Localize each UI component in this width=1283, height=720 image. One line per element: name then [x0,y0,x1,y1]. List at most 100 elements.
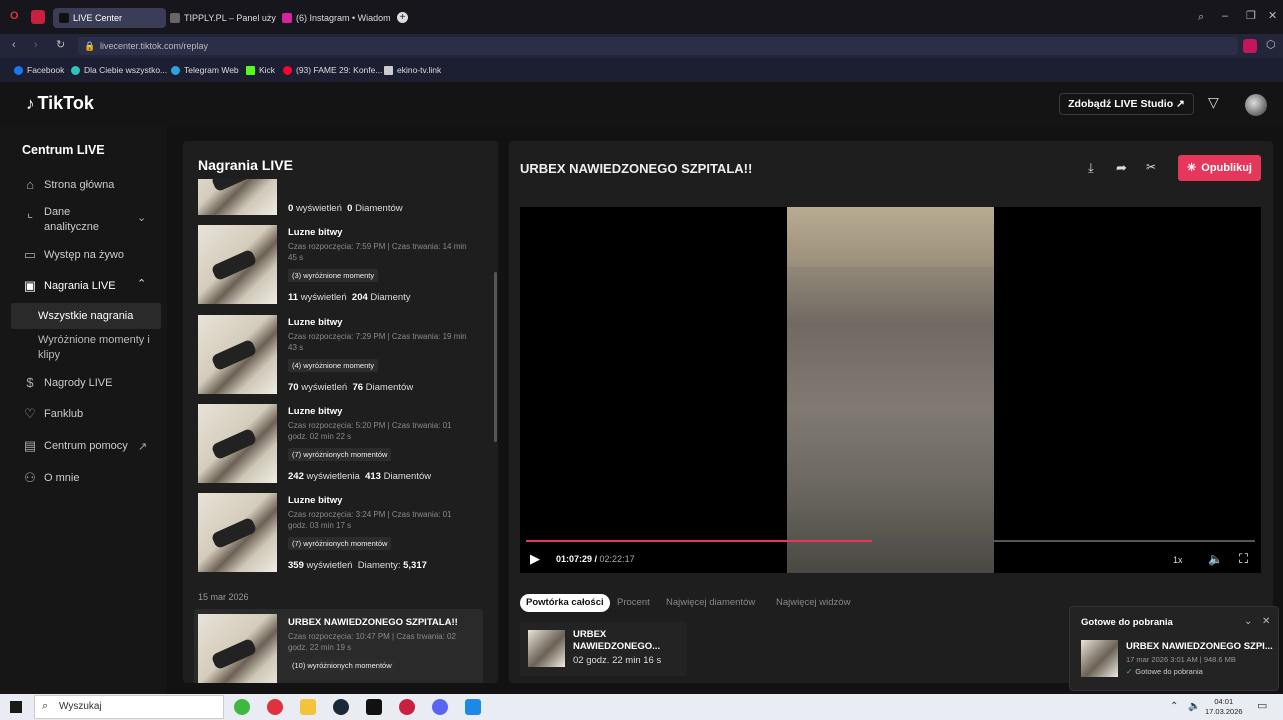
filter-full-replay[interactable]: Powtórka całości [520,594,610,612]
fullscreen-icon[interactable]: ⛶ [1239,552,1248,565]
page-icon [384,65,393,75]
taskbar-search-input[interactable]: ⌕ Wyszukaj [34,695,224,719]
get-live-studio-button[interactable]: Zdobądź LIVE Studio ↗ [1059,93,1194,115]
close-icon[interactable]: ✕ [1262,616,1270,627]
pinned-tab-icon[interactable] [31,10,45,24]
highlights-badge: (4) wyróżnione momenty [288,359,379,372]
bookmark-kick[interactable]: Kick [246,65,275,75]
back-icon[interactable]: ‹ [12,40,16,51]
tipply-icon [170,13,180,23]
avatar[interactable] [1245,94,1267,116]
recordings-title: Nagrania LIVE [198,157,293,173]
chevron-up-icon[interactable]: ⌃ [1170,701,1178,712]
sidebar-item-help[interactable]: ▤ Centrum pomocy ↗ [22,438,152,454]
wallet-icon[interactable]: ⬡ [1266,40,1276,51]
home-icon: ⌂ [26,177,34,192]
xbox-icon[interactable] [234,699,250,715]
heart-icon: ♡ [24,406,36,421]
forward-icon[interactable]: › [34,40,38,51]
progress-bar[interactable] [526,540,1255,542]
sidebar-title: Centrum LIVE [22,143,105,157]
instagram-icon [282,13,292,23]
filter-percent[interactable]: Procent [611,594,656,612]
filter-most-diamonds[interactable]: Najwięcej diamentów [660,594,761,612]
filter-most-viewers[interactable]: Najwięcej widzów [770,594,856,612]
play-icon[interactable]: ▶ [530,552,540,565]
opera-icon[interactable]: O [10,11,19,22]
download-file-name[interactable]: URBEX NAWIEDZONEGO SZPI... [1126,641,1273,652]
list-item[interactable]: Luzne bitwy Czas rozpoczęcia: 3:24 PM | … [198,493,488,575]
bookmark-ekino[interactable]: ekino-tv.link [384,65,441,75]
recording-meta: Czas rozpoczęcia: 7:59 PM | Czas trwania… [288,242,467,262]
download-status: ✓ Gotowe do pobrania [1126,667,1203,676]
tab-live-center[interactable]: LIVE Center [53,8,166,28]
list-item[interactable]: Luzne bitwy Czas rozpoczęcia: 5:20 PM | … [198,404,488,486]
close-window-icon[interactable]: ✕ [1268,11,1277,22]
tab-instagram[interactable]: (6) Instagram • Wiadomo [282,8,390,28]
search-icon[interactable]: ⌕ [1198,12,1204,23]
tiktok-note-icon: ♪ [26,93,35,113]
bookmark-facebook[interactable]: Facebook [14,65,64,75]
sidebar-item-about[interactable]: ⚇ O mnie [22,470,79,486]
list-item-selected[interactable]: URBEX NAWIEDZONEGO SZPITALA!! Czas rozpo… [194,609,483,683]
sidebar-item-highlights[interactable]: Wyróżnione momenty i klipy [11,333,151,363]
folder-icon[interactable] [300,699,316,715]
sidebar-item-go-live[interactable]: ▭ Występ na żywo [22,247,124,263]
list-item[interactable]: 0 wyświetleń 0 Diamentów [198,179,488,215]
filter-icon[interactable]: ▽ [1208,95,1219,109]
sidebar-item-recordings[interactable]: ▣ Nagrania LIVE ⌃ [22,278,146,294]
minimize-icon[interactable]: – [1222,11,1228,22]
recording-title: Luzne bitwy [288,227,343,238]
video-frame [787,207,994,573]
address-toolbar: ‹ › ↻ 🔒 livecenter.tiktok.com/replay ⬡ [0,34,1283,58]
chevron-down-icon[interactable]: ⌄ [1244,616,1252,627]
check-circle-icon: ✓ [1126,667,1133,676]
volume-icon[interactable]: 🔈 [1188,701,1200,712]
bookmark-dla-ciebie[interactable]: Dla Ciebie wszystko... [71,65,167,75]
bookmark-telegram[interactable]: Telegram Web [171,65,239,75]
recordings-scrollbar[interactable] [494,272,497,442]
publish-button[interactable]: ✳ Opublikuj [1178,155,1261,181]
list-item[interactable]: Luzne bitwy Czas rozpoczęcia: 7:59 PM | … [198,225,488,307]
reload-icon[interactable]: ↻ [56,40,65,51]
opera-icon[interactable] [267,699,283,715]
highlights-badge: (3) wyróżnione momenty [288,269,379,282]
scissors-icon[interactable]: ✂ [1146,161,1156,173]
notifications-icon[interactable]: ▭ [1257,701,1267,712]
live-icon: ▭ [23,247,37,262]
share-icon[interactable]: ➦ [1116,161,1127,174]
tiktok-icon[interactable] [366,699,382,715]
recording-meta: Czas rozpoczęcia: 3:24 PM | Czas trwania… [288,510,452,530]
list-item[interactable]: Luzne bitwy Czas rozpoczęcia: 7:29 PM | … [198,315,488,397]
sidebar-item-all-recordings[interactable]: Wszystkie nagrania [11,303,161,329]
bookmark-icon [71,65,80,75]
steam-icon[interactable] [333,699,349,715]
playback-time: 01:07:29 / 02:22:17 [556,554,635,564]
address-bar[interactable]: 🔒 livecenter.tiktok.com/replay [78,37,1238,55]
download-icon[interactable]: ⤓ [1088,161,1094,174]
windows-start-icon[interactable] [10,701,22,713]
video-player[interactable]: ▶ 01:07:29 / 02:22:17 1x 🔈 ⛶ [520,207,1261,573]
sidebar-item-analytics[interactable]: ⌞ Dane analityczne ⌄ [22,205,152,235]
bookmark-youtube[interactable]: (93) FAME 29: Konfe... [283,65,382,75]
sidebar-item-fanclub[interactable]: ♡ Fanklub [22,406,83,422]
download-ready-popup: Gotowe do pobrania ⌄ ✕ URBEX NAWIEDZONEG… [1069,606,1279,691]
restore-icon[interactable]: ❐ [1246,11,1256,22]
tab-tipply[interactable]: TIPPLY.PL – Panel użytkow [170,8,276,28]
recording-meta: Czas rozpoczęcia: 10:47 PM | Czas trwani… [288,632,456,652]
app-header: ♪ TikTok Zdobądź LIVE Studio ↗ ▽ [0,82,1283,126]
tiktok-logo[interactable]: ♪ TikTok [26,93,94,114]
speed-control[interactable]: 1x [1173,555,1183,566]
media-player-icon[interactable] [465,699,481,715]
sidebar-item-rewards[interactable]: $ Nagrody LIVE [22,375,112,391]
discord-icon[interactable] [432,699,448,715]
popup-title: Gotowe do pobrania [1081,617,1173,628]
ext-icon[interactable] [1243,39,1257,53]
system-clock[interactable]: 04:01 17.03.2026 [1205,697,1243,717]
volume-icon[interactable]: 🔈 [1208,553,1223,565]
new-tab-icon[interactable]: + [397,12,408,23]
app-icon[interactable] [399,699,415,715]
sidebar-item-home[interactable]: ⌂ Strona główna [22,177,114,193]
search-icon: ⌕ [42,700,49,712]
clip-card[interactable]: URBEX NAWIEDZONEGO... 02 godz. 22 min 16… [520,622,687,676]
